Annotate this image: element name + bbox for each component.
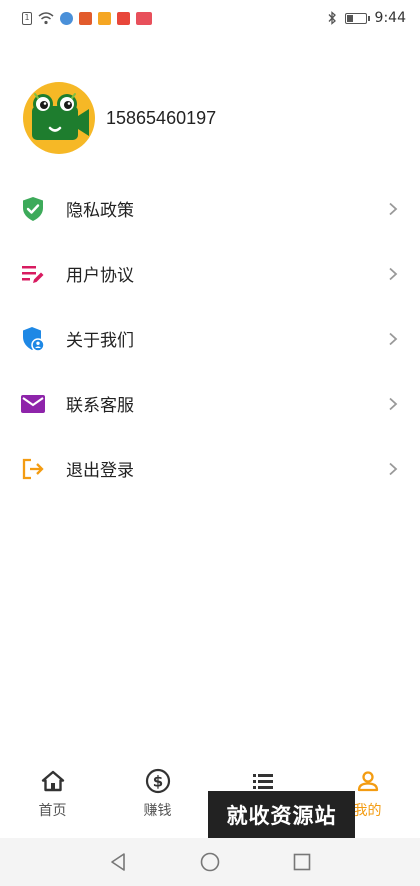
wifi-icon (38, 11, 54, 24)
avatar[interactable] (23, 82, 95, 154)
app-icon-3 (98, 11, 111, 25)
menu-item-label: 用户协议 (66, 266, 134, 286)
profile-header[interactable]: 15865460197 (23, 82, 216, 154)
mail-icon (20, 391, 46, 417)
tab-home[interactable]: 首页 (0, 760, 105, 838)
shield-check-icon (20, 196, 46, 222)
status-bar: 1 9:44 (0, 0, 420, 36)
app-icon-5 (136, 11, 152, 25)
menu-item-user-agreement[interactable]: 用户协议 (0, 241, 420, 306)
sim-icon: 1 (22, 11, 32, 25)
tab-label: 赚钱 (143, 803, 172, 819)
status-time: 9:44 (374, 10, 406, 26)
menu-item-label: 联系客服 (66, 396, 134, 416)
shield-user-icon (20, 326, 46, 352)
tab-label: 首页 (38, 803, 67, 819)
chevron-right-icon (386, 267, 400, 281)
svg-text:$: $ (152, 773, 162, 791)
back-icon[interactable] (107, 851, 129, 873)
battery-icon (344, 12, 370, 24)
menu-item-logout[interactable]: 退出登录 (0, 436, 420, 501)
status-icons-left: 1 (22, 11, 152, 25)
app-icon-2 (79, 11, 92, 25)
menu-item-about-us[interactable]: 关于我们 (0, 306, 420, 371)
phone-number: 15865460197 (106, 107, 217, 128)
tab-label: 我的 (353, 803, 382, 819)
home-circle-icon[interactable] (199, 851, 221, 873)
menu-item-label: 关于我们 (66, 331, 134, 351)
home-icon (40, 768, 66, 794)
user-icon (355, 768, 381, 794)
menu-item-customer-service[interactable]: 联系客服 (0, 371, 420, 436)
status-icons-right: 9:44 (327, 10, 406, 26)
chevron-right-icon (386, 462, 400, 476)
app-icon-4 (117, 11, 130, 25)
system-navigation-bar (0, 838, 420, 886)
logout-icon (20, 456, 46, 482)
menu-item-label: 隐私政策 (66, 201, 134, 221)
chevron-right-icon (386, 332, 400, 346)
menu-item-privacy-policy[interactable]: 隐私政策 (0, 176, 420, 241)
menu-item-label: 退出登录 (66, 461, 134, 481)
chevron-right-icon (386, 397, 400, 411)
list-edit-icon (20, 261, 46, 287)
frog-camera-icon (32, 93, 89, 140)
watermark-overlay: 就收资源站 (208, 791, 355, 838)
app-icon-1 (60, 11, 73, 25)
recents-square-icon[interactable] (291, 851, 313, 873)
dollar-coin-icon: $ (145, 768, 171, 794)
tab-earn[interactable]: $ 赚钱 (105, 760, 210, 838)
chevron-right-icon (386, 202, 400, 216)
settings-menu: 隐私政策 用户协议 关于我们 联系客服 退出登录 (0, 176, 420, 501)
bluetooth-icon (328, 11, 336, 25)
